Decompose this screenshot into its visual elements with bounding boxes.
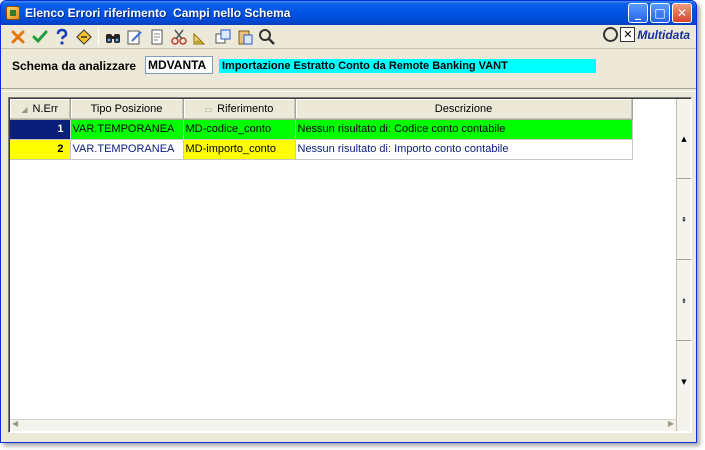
cell-n-err[interactable]: 2 (10, 139, 71, 160)
table-row[interactable]: 2 VAR.TEMPORANEA MD-importo_conto Nessun… (10, 139, 633, 160)
page-down-icon[interactable]: ⇟ (677, 261, 691, 341)
section-divider (1, 88, 696, 92)
table-row[interactable]: 1 VAR.TEMPORANEA MD-codice_conto Nessun … (10, 119, 633, 140)
schema-row: Schema da analizzare MDVANTA Importazion… (1, 51, 696, 79)
toolbar-separator (98, 27, 99, 46)
schema-description: Importazione Estratto Conto da Remote Ba… (219, 59, 596, 73)
horizontal-scrollbar[interactable]: ◀ ▶ (10, 419, 676, 431)
scroll-left-icon[interactable]: ◀ (12, 419, 18, 428)
paste-window-icon[interactable] (234, 27, 256, 47)
diamond-tag-icon[interactable] (73, 27, 95, 47)
title-bar[interactable]: Elenco Errori riferimento Campi nello Sc… (1, 1, 696, 25)
cell-riferimento[interactable]: MD-codice_conto (183, 119, 296, 140)
brand-circle-icon (603, 27, 619, 42)
document-icon[interactable] (146, 27, 168, 47)
cell-descrizione[interactable]: Nessun risultato di: Codice conto contab… (295, 119, 633, 140)
copy-window-icon[interactable] (212, 27, 234, 47)
cell-tipo[interactable]: VAR.TEMPORANEA (70, 139, 184, 160)
column-header-tipo-posizione[interactable]: Tipo Posizione (70, 99, 184, 120)
brand-name: Multidata (637, 27, 690, 42)
binoculars-icon[interactable] (102, 27, 124, 47)
cancel-icon[interactable] (7, 27, 29, 47)
ruler-icon[interactable] (190, 27, 212, 47)
column-header-n-err[interactable]: ◢ N.Err (10, 99, 71, 120)
help-icon[interactable] (51, 27, 73, 47)
edit-icon[interactable] (124, 27, 146, 47)
column-header-descrizione[interactable]: Descrizione (295, 99, 633, 120)
page-up-icon[interactable]: ⇞ (677, 180, 691, 260)
close-button[interactable]: ✕ (672, 3, 692, 23)
window-title: Elenco Errori riferimento Campi nello Sc… (25, 6, 291, 20)
window-controls: _ □ ✕ (628, 3, 692, 23)
sort-indicator-icon: ▭ (204, 104, 213, 114)
cell-descrizione[interactable]: Nessun risultato di: Importo conto conta… (295, 139, 633, 160)
minimize-button[interactable]: _ (628, 3, 648, 23)
sort-indicator-icon: ◢ (21, 104, 28, 114)
cell-tipo[interactable]: VAR.TEMPORANEA (70, 119, 184, 140)
errors-grid[interactable]: ◢ N.Err Tipo Posizione ▭ Riferimento Descr… (8, 97, 692, 433)
scroll-down-icon[interactable]: ▼ (677, 342, 691, 422)
scroll-right-icon[interactable]: ▶ (668, 419, 674, 428)
errors-table: ◢ N.Err Tipo Posizione ▭ Riferimento Descr… (10, 99, 633, 160)
column-header-riferimento[interactable]: ▭ Riferimento (183, 99, 296, 120)
schema-code-field[interactable]: MDVANTA (145, 56, 213, 74)
app-window: Elenco Errori riferimento Campi nello Sc… (0, 0, 697, 443)
scissors-icon[interactable] (168, 27, 190, 47)
vertical-scrollbar[interactable]: ▲ ⇞ ⇟ ▼ (676, 99, 691, 431)
brand-logo: ✕ Multidata (603, 27, 690, 42)
brand-x-icon: ✕ (620, 27, 636, 42)
header-row: ◢ N.Err Tipo Posizione ▭ Riferimento Descr… (10, 99, 633, 120)
confirm-icon[interactable] (29, 27, 51, 47)
search-icon[interactable] (256, 27, 278, 47)
schema-label: Schema da analizzare (12, 59, 137, 73)
cell-n-err[interactable]: 1 (10, 119, 71, 140)
scroll-up-icon[interactable]: ▲ (677, 99, 691, 179)
maximize-button[interactable]: □ (650, 3, 670, 23)
app-icon (6, 6, 20, 20)
toolbar: ✕ Multidata (1, 25, 696, 49)
cell-riferimento[interactable]: MD-importo_conto (183, 139, 296, 160)
